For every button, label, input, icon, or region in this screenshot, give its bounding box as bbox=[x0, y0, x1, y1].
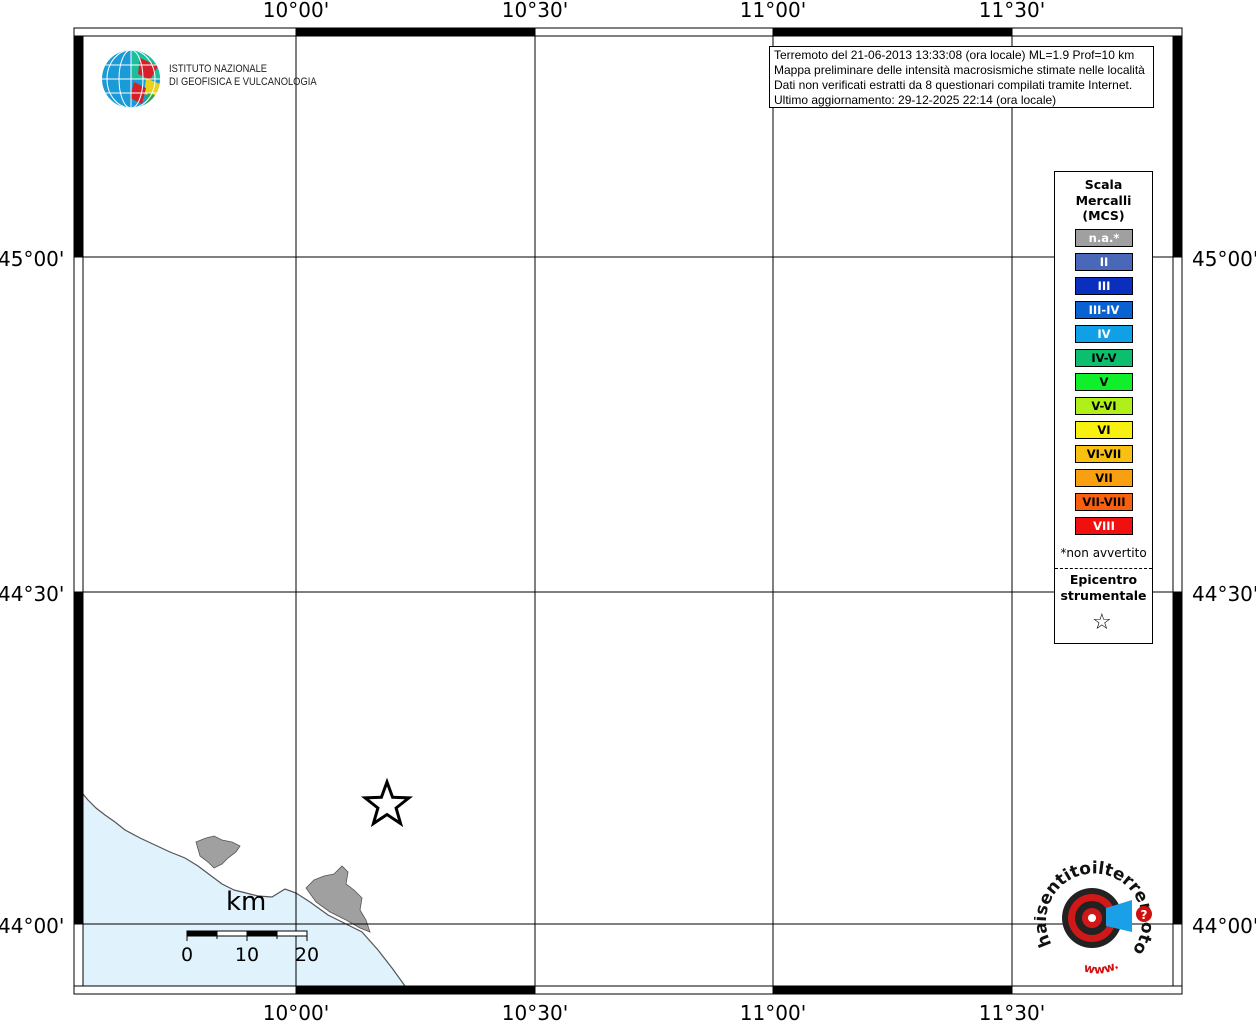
ingv-logo-line1: ISTITUTO NAZIONALE bbox=[169, 63, 268, 75]
intensity-legend: Scala Mercalli (MCS) n.a.* II III III-IV IV I… bbox=[1054, 171, 1153, 644]
legend-epicenter-line1: Epicentro bbox=[1069, 572, 1138, 587]
legend-note: *non avvertito bbox=[1060, 546, 1147, 560]
svg-text:?: ? bbox=[1141, 908, 1148, 922]
legend-title-line1: Scala bbox=[1084, 177, 1123, 192]
legend-epicenter-line2: strumentale bbox=[1060, 588, 1147, 603]
legend-title-line3: (MCS) bbox=[1082, 208, 1125, 223]
legend-swatch-3: III bbox=[1075, 277, 1133, 295]
map-frame bbox=[73, 27, 1183, 995]
info-line-2: Mappa preliminare delle intensità macros… bbox=[774, 63, 1145, 77]
ingv-logo-line2: DI GEOFISICA E VULCANOLOGIA bbox=[169, 76, 317, 88]
lat-label-right-3: 44°00' bbox=[1192, 914, 1256, 938]
info-line-4: Ultimo aggiornamento: 29-12-2025 22:14 (… bbox=[774, 93, 1057, 107]
legend-swatch-4: III-IV bbox=[1075, 301, 1133, 319]
info-line-3: Dati non verificati estratti da 8 questi… bbox=[774, 78, 1133, 92]
legend-star-icon: ☆ bbox=[1092, 610, 1112, 635]
legend-divider bbox=[1055, 568, 1152, 569]
lon-label-top-4: 11°30' bbox=[978, 0, 1046, 22]
legend-swatch-5: IV bbox=[1075, 325, 1133, 343]
legend-swatch-9: VI bbox=[1075, 421, 1133, 439]
svg-text:www.: www. bbox=[1083, 958, 1121, 977]
legend-swatch-1: n.a.* bbox=[1075, 229, 1133, 247]
hs-logo-url: www. bbox=[1083, 958, 1121, 977]
lon-label-top-3: 11°00' bbox=[739, 0, 807, 22]
lon-label-bottom-2: 10°30' bbox=[501, 1001, 569, 1025]
scale-tick-10: 10 bbox=[234, 944, 260, 966]
legend-swatch-12: VII-VIII bbox=[1075, 493, 1133, 511]
lat-label-left-3: 44°00' bbox=[0, 914, 65, 938]
event-info-box: Terremoto del 21-06-2013 13:33:08 (ora l… bbox=[769, 46, 1154, 108]
info-line-1: Terremoto del 21-06-2013 13:33:08 (ora l… bbox=[774, 48, 1135, 62]
scale-tick-20: 20 bbox=[294, 944, 320, 966]
legend-swatch-8: V-VI bbox=[1075, 397, 1133, 415]
legend-title-line2: Mercalli bbox=[1075, 192, 1132, 208]
legend-epicenter-label: Epicentro strumentale bbox=[1055, 572, 1152, 604]
legend-title: Scala Mercalli (MCS) bbox=[1055, 177, 1152, 224]
legend-swatch-7: V bbox=[1075, 373, 1133, 391]
legend-swatch-11: VII bbox=[1075, 469, 1133, 487]
lat-label-left-2: 44°30' bbox=[0, 582, 65, 606]
lat-label-left-1: 45°00' bbox=[0, 247, 65, 271]
epicenter-star[interactable] bbox=[360, 777, 414, 828]
lon-label-top-1: 10°00' bbox=[262, 0, 330, 22]
scale-tick-0: 0 bbox=[180, 944, 194, 966]
lon-label-bottom-1: 10°00' bbox=[262, 1001, 330, 1025]
legend-swatch-6: IV-V bbox=[1075, 349, 1133, 367]
legend-swatch-2: II bbox=[1075, 253, 1133, 271]
lon-label-bottom-4: 11°30' bbox=[978, 1001, 1046, 1025]
lon-label-bottom-3: 11°00' bbox=[739, 1001, 807, 1025]
legend-swatch-10: VI-VII bbox=[1075, 445, 1133, 463]
graticule bbox=[74, 28, 1182, 994]
ingv-globe-icon bbox=[102, 50, 160, 108]
legend-swatch-13: VIII bbox=[1075, 517, 1133, 535]
hai-sentito-logo-icon[interactable]: haisentitoilterremoto.it www. ? bbox=[1034, 858, 1154, 978]
scale-unit: km bbox=[226, 887, 267, 917]
lat-label-right-1: 45°00' bbox=[1192, 247, 1256, 271]
lon-label-top-2: 10°30' bbox=[501, 0, 569, 22]
lat-label-right-2: 44°30' bbox=[1192, 582, 1256, 606]
land-area-spezia bbox=[195, 835, 241, 869]
ingv-logo-text: ISTITUTO NAZIONALE DI GEOFISICA E VULCAN… bbox=[169, 63, 317, 89]
